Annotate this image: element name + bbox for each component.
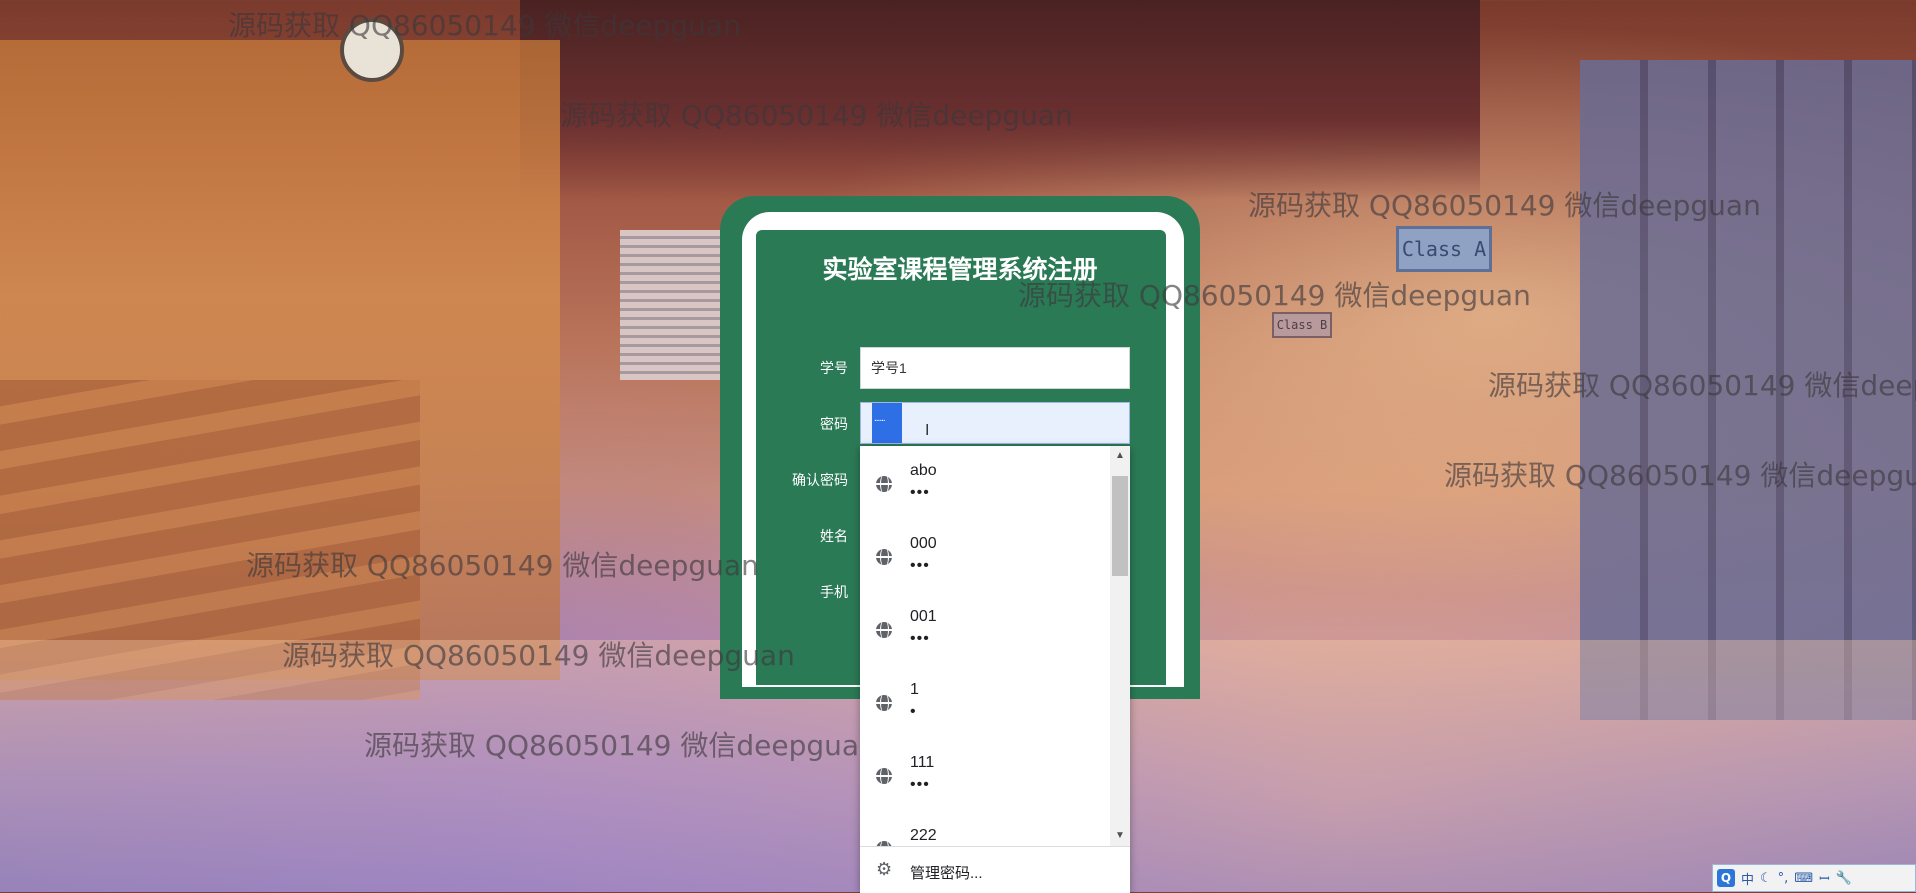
autofill-password: • bbox=[910, 703, 917, 720]
globe-icon bbox=[876, 768, 892, 784]
bg-class-sign-small-text: Class B bbox=[1276, 318, 1328, 332]
watermark: 源码获取 QQ86050149 微信deepguan bbox=[364, 729, 877, 762]
bg-clock bbox=[340, 18, 404, 82]
autofill-username: 222 bbox=[910, 827, 937, 844]
scroll-up-arrow-icon[interactable]: ▲ bbox=[1114, 450, 1126, 462]
watermark: 源码获取 QQ86050149 微信deepguan bbox=[1488, 369, 1916, 402]
form-title: 实验室课程管理系统注册 bbox=[822, 255, 1098, 284]
bg-left-wall bbox=[0, 40, 560, 680]
autofill-username: abo bbox=[910, 462, 937, 479]
globe-icon bbox=[876, 622, 892, 638]
autofill-item[interactable]: 1 • bbox=[860, 665, 1110, 737]
password-label: 密码 bbox=[820, 416, 848, 432]
bg-class-sign-text: Class A bbox=[1401, 237, 1487, 261]
autofill-list: abo ••• 000 ••• 001 ••• 1 • 111 ••• 222 … bbox=[860, 446, 1110, 846]
bg-lockers bbox=[1580, 60, 1916, 720]
watermark: 源码获取 QQ86050149 微信deepguan bbox=[228, 9, 741, 42]
bg-class-sign-small: Class B bbox=[1272, 312, 1332, 338]
gear-icon: ⚙ bbox=[876, 859, 893, 879]
watermark: 源码获取 QQ86050149 微信deepguan bbox=[560, 99, 1073, 132]
punctuation-icon[interactable]: °, bbox=[1778, 871, 1789, 886]
ime-extra-icon[interactable]: ꟷ bbox=[1819, 869, 1830, 887]
autofill-username: 1 bbox=[910, 681, 919, 698]
watermark: 源码获取 QQ86050149 微信deepguan bbox=[246, 549, 759, 582]
text-cursor-icon: I bbox=[925, 422, 930, 439]
autofill-username: 000 bbox=[910, 535, 937, 552]
autofill-password: ••• bbox=[910, 557, 930, 574]
wrench-icon[interactable]: 🔧 bbox=[1836, 871, 1852, 886]
globe-icon bbox=[876, 549, 892, 565]
keyboard-icon[interactable]: ⌨ bbox=[1794, 871, 1813, 886]
scrollbar-thumb[interactable] bbox=[1112, 476, 1128, 576]
password-selection: ...... bbox=[872, 403, 902, 443]
watermark: 源码获取 QQ86050149 微信deepguan bbox=[1444, 459, 1916, 492]
bg-ceiling bbox=[520, 0, 1480, 200]
moon-icon[interactable]: ☾ bbox=[1760, 871, 1772, 886]
ime-toolbar: Q 中 ☾ °, ⌨ ꟷ 🔧 bbox=[1712, 864, 1916, 892]
watermark: 源码获取 QQ86050149 微信deepguan bbox=[1248, 189, 1761, 222]
bg-class-sign: Class A bbox=[1396, 226, 1492, 272]
student-id-label: 学号 bbox=[820, 360, 848, 376]
autofill-item[interactable]: 111 ••• bbox=[860, 738, 1110, 810]
autofill-username: 001 bbox=[910, 608, 937, 625]
autofill-password: ••• bbox=[910, 776, 930, 793]
globe-icon bbox=[876, 695, 892, 711]
globe-icon bbox=[876, 476, 892, 492]
autofill-item[interactable]: 001 ••• bbox=[860, 592, 1110, 664]
manage-passwords-row[interactable]: ⚙ 管理密码... bbox=[860, 846, 1130, 893]
ime-logo-icon[interactable]: Q bbox=[1717, 869, 1735, 887]
confirm-password-label: 确认密码 bbox=[792, 472, 848, 488]
bg-stairs bbox=[0, 380, 420, 700]
name-label: 姓名 bbox=[820, 528, 848, 544]
autofill-item[interactable]: 000 ••• bbox=[860, 519, 1110, 591]
autofill-scrollbar[interactable]: ▲ ▼ bbox=[1110, 446, 1130, 846]
password-autofill-dropdown: abo ••• 000 ••• 001 ••• 1 • 111 ••• 222 … bbox=[860, 446, 1130, 893]
autofill-password: ••• bbox=[910, 630, 930, 647]
ime-mode-toggle[interactable]: 中 bbox=[1741, 869, 1754, 888]
manage-passwords-label: 管理密码... bbox=[910, 865, 983, 882]
watermark: 源码获取 QQ86050149 微信deepguan bbox=[282, 639, 795, 672]
password-masked-value: ...... bbox=[874, 413, 886, 424]
phone-label: 手机 bbox=[820, 584, 848, 600]
autofill-item[interactable]: abo ••• bbox=[860, 446, 1110, 518]
autofill-item[interactable]: 222 ••• bbox=[860, 811, 1110, 846]
autofill-password: ••• bbox=[910, 484, 930, 501]
student-id-input[interactable]: 学号1 bbox=[860, 347, 1130, 389]
scroll-down-arrow-icon[interactable]: ▼ bbox=[1114, 830, 1126, 842]
autofill-username: 111 bbox=[910, 754, 935, 771]
bg-window-blinds bbox=[620, 230, 720, 380]
